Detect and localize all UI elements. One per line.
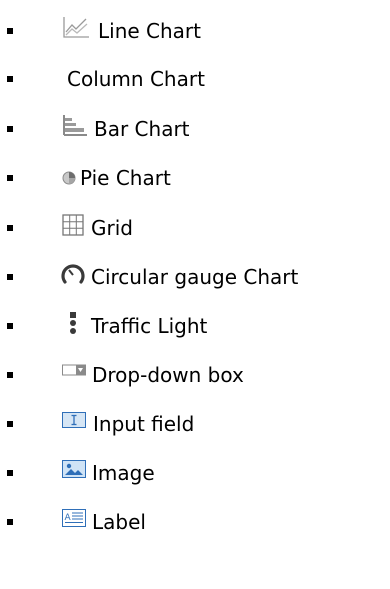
bullet <box>7 519 13 525</box>
pie-chart-icon <box>62 171 76 185</box>
list-item-label: Image <box>92 461 155 485</box>
grid-icon <box>62 214 84 236</box>
list-item[interactable]: Drop-down box <box>0 351 390 399</box>
list-item-label: Traffic Light <box>91 314 208 338</box>
list-item[interactable]: Pie Chart <box>0 154 390 202</box>
list-item-label: Input field <box>93 412 195 436</box>
dropdown-box-icon <box>62 364 86 378</box>
bullet <box>7 126 13 132</box>
list-item[interactable]: Circular gauge Chart <box>0 253 390 301</box>
bullet <box>7 175 13 181</box>
line-chart-icon <box>62 15 90 39</box>
bullet <box>7 323 13 329</box>
list-item-label: Drop-down box <box>92 363 244 387</box>
bullet <box>7 76 13 82</box>
list-item-label: Circular gauge Chart <box>91 265 299 289</box>
list-item-label: Label <box>92 510 146 534</box>
list-item-label: Bar Chart <box>94 117 190 141</box>
gauge-icon <box>61 263 85 285</box>
bullet <box>7 372 13 378</box>
list-item-label: Column Chart <box>67 67 205 91</box>
bar-chart-icon <box>62 114 88 136</box>
label-icon: A <box>62 509 86 527</box>
bullet <box>7 225 13 231</box>
list-item[interactable]: Input field <box>0 400 390 448</box>
list-item-label: Pie Chart <box>80 166 171 190</box>
list-item[interactable]: A Label <box>0 498 390 546</box>
traffic-light-icon <box>68 311 78 335</box>
svg-text:A: A <box>65 513 72 523</box>
input-field-icon <box>62 412 86 428</box>
bullet <box>7 470 13 476</box>
bullet <box>7 28 13 34</box>
list-item[interactable]: Image <box>0 449 390 497</box>
chart-type-list: Line Chart Column Chart Bar Chart Pie Ch… <box>0 0 390 589</box>
list-item-label: Line Chart <box>98 19 201 43</box>
list-item[interactable]: Bar Chart <box>0 105 390 153</box>
list-item[interactable]: Line Chart <box>0 7 390 55</box>
list-item[interactable]: Column Chart <box>0 55 390 103</box>
list-item-label: Grid <box>91 216 133 240</box>
bullet <box>7 421 13 427</box>
list-item[interactable]: Traffic Light <box>0 302 390 350</box>
bullet <box>7 274 13 280</box>
list-item[interactable]: Grid <box>0 204 390 252</box>
image-icon <box>62 460 86 478</box>
